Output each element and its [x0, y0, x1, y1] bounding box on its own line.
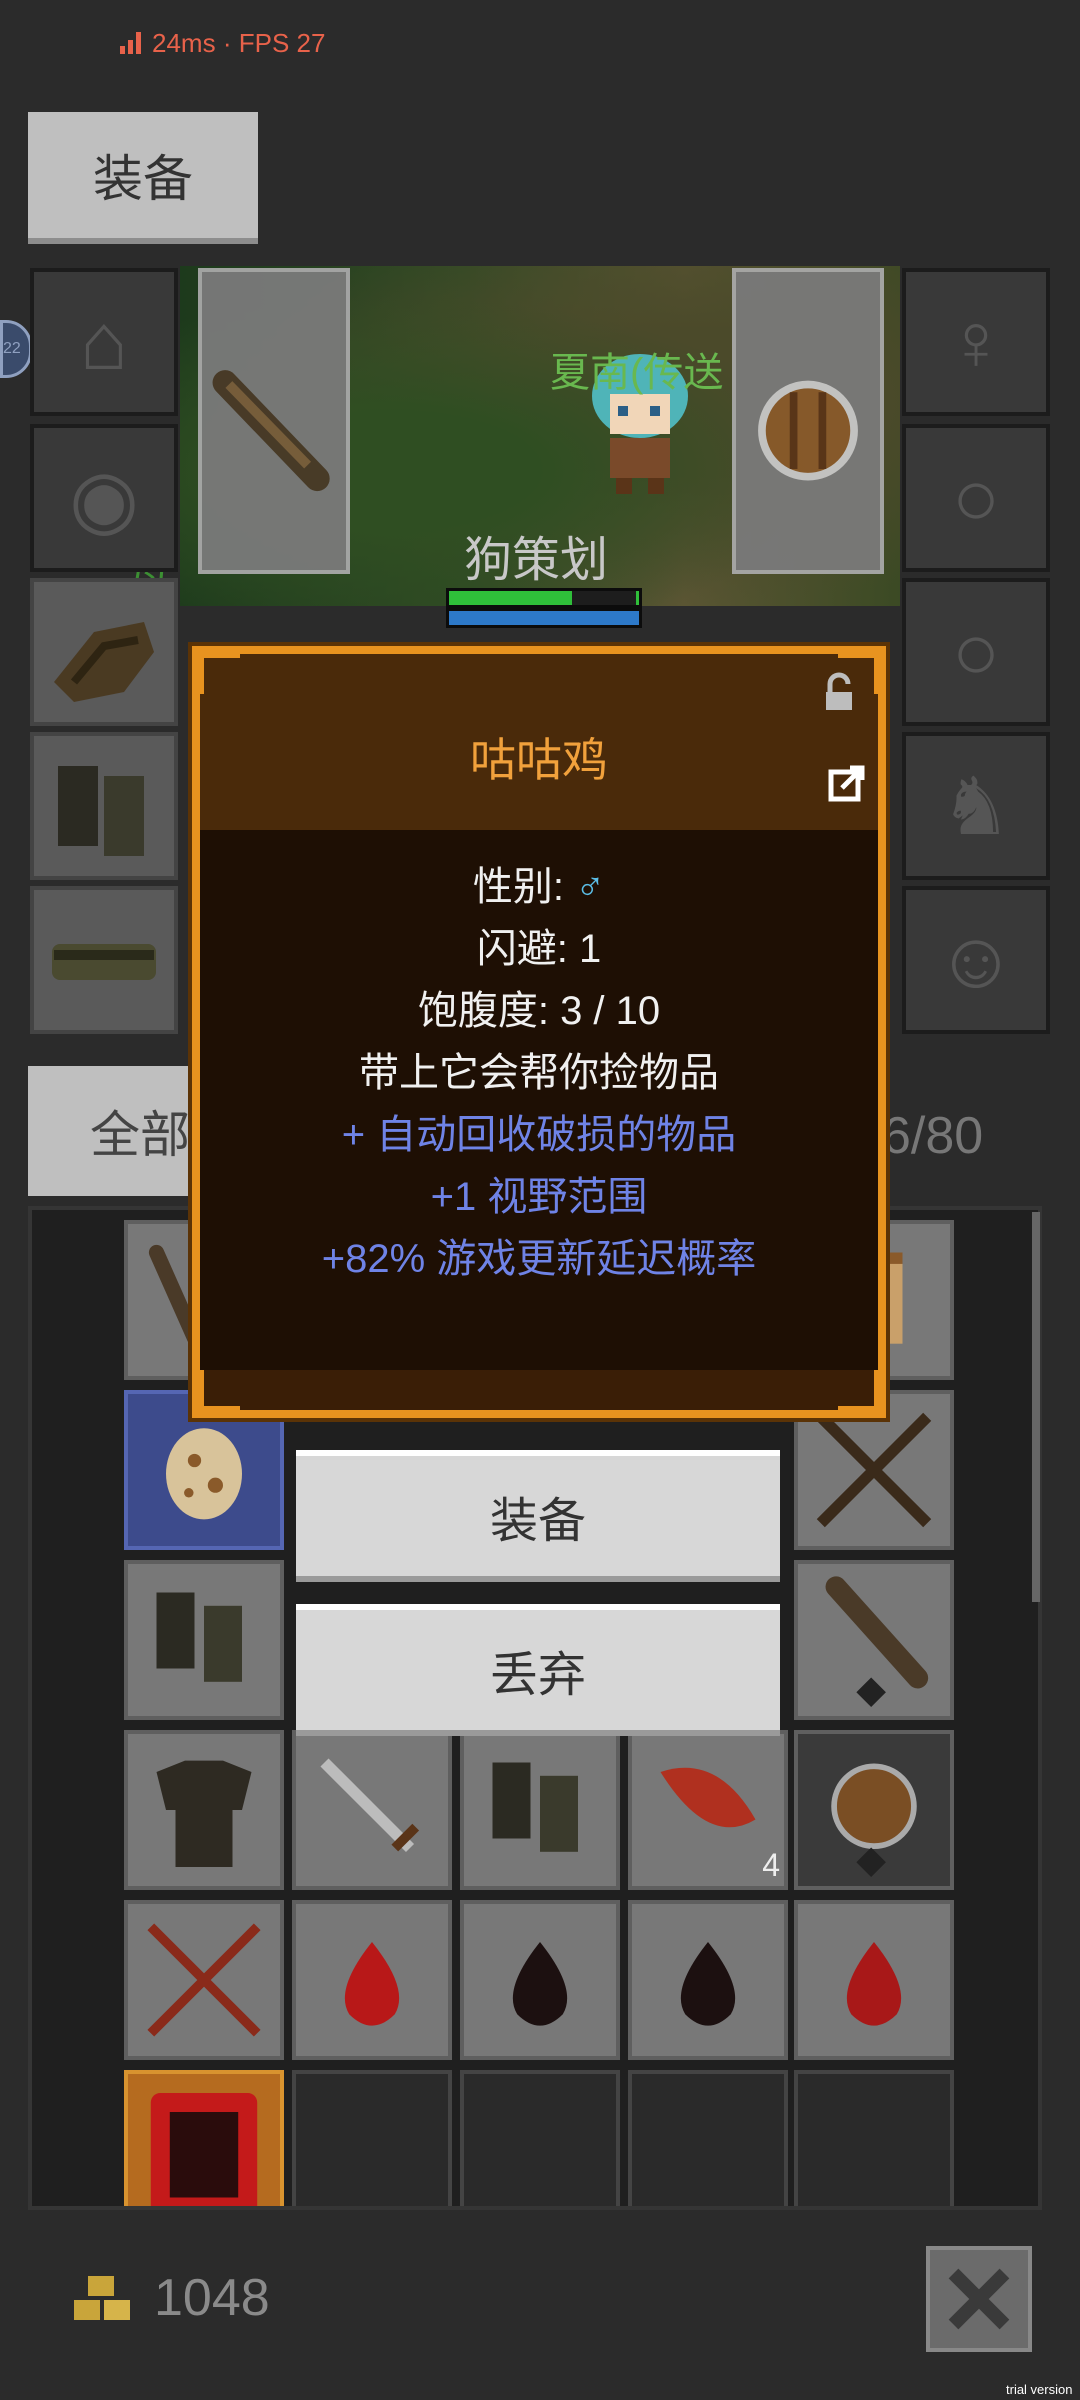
amulet-icon: ◉ [69, 453, 139, 543]
stack-count: 4 [762, 1847, 780, 1883]
latency-text: 24ms [152, 28, 216, 58]
corner-ornament [838, 1370, 880, 1412]
inventory-slot[interactable] [124, 1900, 284, 2060]
item-description: 带上它会帮你捡物品 [359, 1051, 719, 1095]
bonus-line: +82% 游戏更新延迟概率 [321, 1237, 757, 1281]
ring-icon: ○ [951, 453, 1001, 542]
pet-icon: ☺ [935, 915, 1017, 1004]
side-marker[interactable]: 22 [0, 320, 32, 378]
glove-slot[interactable] [30, 578, 178, 726]
glove-icon [54, 622, 154, 702]
artifact-icon: ♞ [940, 761, 1012, 851]
backpack-icon [150, 2093, 258, 2206]
crossed-swords-icon [147, 1923, 261, 2037]
shield-icon [758, 380, 858, 481]
belt-icon [52, 944, 156, 980]
player-name: 狗策划 [464, 534, 609, 587]
gold-icon [74, 2276, 130, 2320]
potion-icon [344, 1942, 400, 2026]
item-title: 咕咕鸡 [470, 734, 608, 786]
weapon-slot[interactable] [198, 268, 350, 574]
male-icon: ♂ [575, 865, 606, 909]
boot-icon [58, 766, 144, 856]
mp-bar [446, 608, 642, 628]
potion-icon [680, 1942, 736, 2026]
close-icon [948, 2268, 1010, 2330]
gender-label: 性别: [472, 865, 564, 909]
corner-ornament [198, 652, 240, 694]
equip-button[interactable]: 装备 [296, 1450, 780, 1582]
corner-ornament [198, 1370, 240, 1412]
inventory-slot[interactable] [460, 1900, 620, 2060]
lock-icon[interactable] [818, 672, 860, 714]
inventory-slot[interactable]: 4 [628, 1730, 788, 1890]
close-button[interactable] [926, 2246, 1032, 2352]
leaf-icon [660, 1767, 756, 1828]
dialog-footer [200, 1370, 878, 1410]
helmet-icon: ⌂ [79, 297, 129, 386]
boot-slot[interactable] [30, 732, 178, 880]
bonus-line: +1 视野范围 [430, 1175, 648, 1219]
fps-text: FPS 27 [238, 28, 326, 58]
trial-watermark: trial version [1006, 2382, 1073, 2397]
satiety-stat: 饱腹度: 3 / 10 [417, 989, 661, 1033]
ring-slot-2[interactable]: ○ [902, 578, 1050, 726]
signal-icon [120, 32, 141, 54]
inventory-slot[interactable] [794, 1560, 954, 1720]
inventory-slot-empty[interactable] [794, 2070, 954, 2206]
helmet-slot[interactable]: ⌂ [30, 268, 178, 416]
pet-slot[interactable]: ☺ [902, 886, 1050, 1034]
drop-button[interactable]: 丢弃 [296, 1604, 780, 1736]
network-status: 24ms · FPS 27 [120, 28, 325, 59]
amulet-slot[interactable]: ◉ [30, 424, 178, 572]
inventory-slot-empty[interactable] [460, 2070, 620, 2206]
inventory-slot-empty[interactable] [292, 2070, 452, 2206]
club-icon [212, 370, 330, 492]
belt-slot[interactable] [30, 886, 178, 1034]
inventory-slot[interactable] [292, 1730, 452, 1890]
boot-icon [492, 1762, 578, 1852]
trinket-icon: ♀ [946, 297, 1006, 386]
item-info-dialog: 咕咕鸡 性别: ♂ 闪避: 1 饱腹度: 3 / 10 带上它会帮你捡物品 + … [192, 646, 886, 1418]
artifact-slot[interactable]: ♞ [902, 732, 1050, 880]
export-icon[interactable] [828, 764, 866, 802]
potion-icon [512, 1942, 568, 2026]
inventory-slot[interactable] [460, 1730, 620, 1890]
equip-tab[interactable]: 装备 [28, 112, 258, 244]
status-separator: · [222, 28, 232, 58]
inventory-slot[interactable] [124, 1560, 284, 1720]
inventory-slot[interactable] [628, 1900, 788, 2060]
armor-icon [156, 1760, 252, 1867]
potion-icon [846, 1942, 902, 2026]
gender-line: 性别: ♂ [200, 854, 878, 912]
inventory-slot[interactable] [794, 1900, 954, 2060]
club-icon [825, 1576, 929, 1708]
inventory-slot-empty[interactable] [628, 2070, 788, 2206]
npc-name: 夏南(传送 [550, 351, 724, 395]
backpack-slot[interactable] [124, 2070, 284, 2206]
offhand-slot[interactable] [732, 268, 884, 574]
boot-icon [156, 1592, 242, 1682]
gold-amount: 1048 [154, 2269, 270, 2327]
ring-icon: ○ [951, 607, 1001, 696]
sword-icon [320, 1758, 420, 1853]
ring-slot-1[interactable]: ○ [902, 424, 1050, 572]
inventory-slot[interactable] [124, 1730, 284, 1890]
shield-icon [831, 1763, 917, 1878]
hp-bar-missing [572, 591, 636, 605]
inventory-scrollbar[interactable] [1032, 1212, 1040, 1602]
trinket-slot[interactable]: ♀ [902, 268, 1050, 416]
bonus-line: + 自动回收破损的物品 [341, 1113, 737, 1157]
inventory-count: 6/80 [882, 1107, 984, 1165]
dodge-stat: 闪避: 1 [476, 927, 602, 971]
inventory-slot[interactable] [292, 1900, 452, 2060]
inventory-slot[interactable] [794, 1730, 954, 1890]
